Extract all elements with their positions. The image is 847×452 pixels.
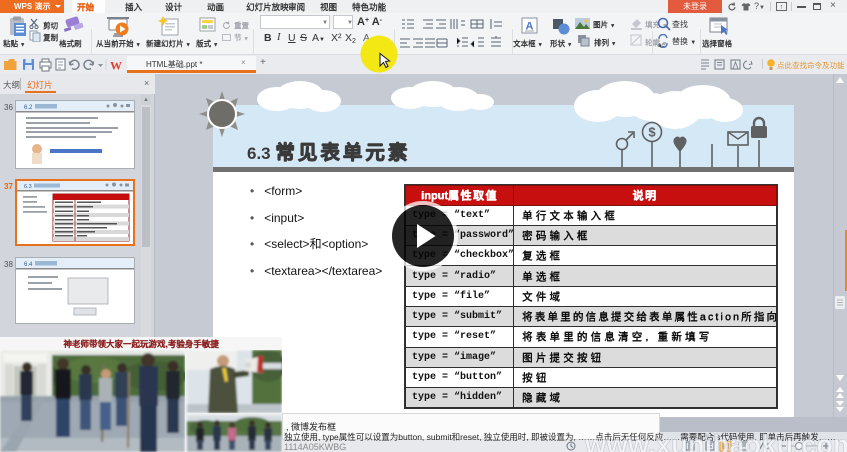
svg-text:W: W xyxy=(110,59,122,73)
svg-text:ac: ac xyxy=(658,43,664,48)
svg-text:6.2: 6.2 xyxy=(24,105,33,111)
svg-text:6.4: 6.4 xyxy=(24,262,33,268)
svg-text:6.3: 6.3 xyxy=(24,184,32,190)
svg-text:$: $ xyxy=(648,125,656,140)
